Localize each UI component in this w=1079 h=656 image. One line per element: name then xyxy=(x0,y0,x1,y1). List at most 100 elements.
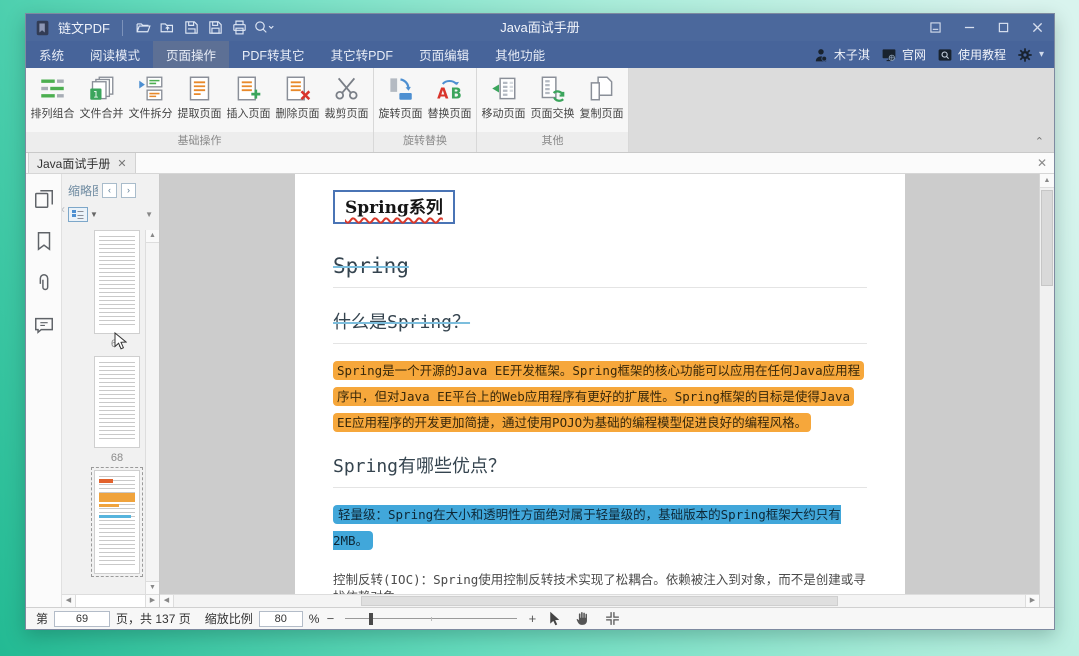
page-count-label: 页，共 137 页 xyxy=(116,610,191,627)
select-cursor-icon[interactable] xyxy=(546,610,563,627)
main-area: ‹ 缩略图 ‹ › ▼ ▼ 67 xyxy=(26,174,1054,607)
document-tab-bar: Java面试手册 ✕ ✕ xyxy=(26,153,1054,174)
doc-heading-spring: Spring xyxy=(333,254,867,278)
thumbnails-panel-icon[interactable] xyxy=(33,188,55,210)
swap-pages-button[interactable]: 页面交换 xyxy=(528,72,577,121)
viewer-canvas[interactable]: Spring系列 Spring 什么是Spring？ Spring是一个开源的J… xyxy=(160,174,1039,594)
tray-icon[interactable] xyxy=(918,14,952,41)
crop-pages-button[interactable]: 裁剪页面 xyxy=(322,72,371,121)
move-pages-button[interactable]: 移动页面 xyxy=(479,72,528,121)
panel-options-caret-icon[interactable]: ▼ xyxy=(145,210,153,219)
ribbon-group-rotate-replace: 旋转页面 A B 替换页面 旋转替换 xyxy=(374,68,477,152)
tutorial-link[interactable]: 使用教程 xyxy=(958,46,1006,63)
merge-files-button[interactable]: 1 文件合并 xyxy=(77,72,126,121)
minimize-icon[interactable] xyxy=(952,14,986,41)
document-tab[interactable]: Java面试手册 ✕ xyxy=(28,153,136,173)
menu-item-page-operations[interactable]: 页面操作 xyxy=(153,41,229,68)
split-files-button[interactable]: 文件拆分 xyxy=(126,72,175,121)
thumbnail-page-68[interactable] xyxy=(94,356,140,448)
scroll-right-icon[interactable]: ▶ xyxy=(1025,595,1039,607)
status-bar: 第 页，共 137 页 缩放比例 % − + xyxy=(26,607,1054,629)
thumbnail-label: 68 xyxy=(94,448,140,470)
menu-item-other-functions[interactable]: 其他功能 xyxy=(482,41,558,68)
app-name: 链文PDF xyxy=(58,18,110,37)
open-file-icon[interactable] xyxy=(131,17,155,39)
scroll-down-icon[interactable]: ▼ xyxy=(146,581,159,594)
divider xyxy=(333,287,867,288)
thumbnail-horizontal-scrollbar[interactable]: ◀ ▶ xyxy=(62,594,159,607)
tabbar-close-icon[interactable]: ✕ xyxy=(1030,153,1054,173)
import-file-icon[interactable] xyxy=(155,17,179,39)
scroll-up-icon[interactable]: ▲ xyxy=(146,230,159,243)
comments-panel-icon[interactable] xyxy=(33,314,55,336)
maximize-icon[interactable] xyxy=(986,14,1020,41)
scrollbar-thumb[interactable] xyxy=(1041,190,1053,286)
username[interactable]: 木子淇 xyxy=(834,46,870,63)
replace-pages-button[interactable]: A B 替换页面 xyxy=(425,72,474,121)
delete-pages-button[interactable]: 删除页面 xyxy=(273,72,322,121)
zoom-slider-thumb[interactable] xyxy=(369,613,373,625)
scrollbar-thumb[interactable] xyxy=(361,596,838,606)
close-icon[interactable] xyxy=(1020,14,1054,41)
ribbon-filler: ⌃ xyxy=(629,68,1054,152)
zoom-tool-icon[interactable] xyxy=(251,17,275,39)
scroll-right-icon[interactable]: ▶ xyxy=(145,595,159,607)
print-icon[interactable] xyxy=(227,17,251,39)
page-number-input[interactable] xyxy=(54,611,110,627)
copy-pages-button[interactable]: 复制页面 xyxy=(577,72,626,121)
viewer-vertical-scrollbar[interactable]: ▲ xyxy=(1039,174,1054,607)
app-window: 链文PDF xyxy=(25,13,1055,630)
thumbnail-vertical-scrollbar[interactable]: ▲ ▼ xyxy=(145,230,159,594)
doc-heading-what-is-spring: 什么是Spring？ xyxy=(333,308,867,334)
menu-item-pdf-to-other[interactable]: PDF转其它 xyxy=(229,41,318,68)
prev-page-button[interactable]: ‹ xyxy=(102,183,117,198)
intro-paragraph: Spring是一个开源的Java EE开发框架。Spring框架的核心功能可以应… xyxy=(333,358,867,436)
divider xyxy=(122,20,123,36)
pdf-page: Spring系列 Spring 什么是Spring？ Spring是一个开源的J… xyxy=(295,174,905,594)
insert-pages-button[interactable]: 插入页面 xyxy=(224,72,273,121)
menu-item-page-edit[interactable]: 页面编辑 xyxy=(406,41,482,68)
rotate-pages-button[interactable]: 旋转页面 xyxy=(376,72,425,121)
navigation-icon-strip xyxy=(26,174,62,607)
settings-caret-icon: ▾ xyxy=(1039,49,1044,60)
document-title: Java面试手册 xyxy=(500,14,579,41)
website-link[interactable]: 官网 xyxy=(902,46,926,63)
zoom-input[interactable] xyxy=(259,611,303,627)
view-mode-caret-icon[interactable]: ▼ xyxy=(90,210,98,219)
zoom-slider[interactable] xyxy=(345,612,517,626)
hand-tool-icon[interactable] xyxy=(575,610,592,627)
copy-pages-icon xyxy=(588,75,615,102)
ribbon-group-basic: 排列组合 1 文件合并 文件拆分 xyxy=(26,68,374,152)
tab-label: Java面试手册 xyxy=(37,155,110,172)
next-page-button[interactable]: › xyxy=(121,183,136,198)
save-as-icon[interactable] xyxy=(179,17,203,39)
annotated-boxed-title: Spring系列 xyxy=(333,190,455,224)
ribbon-collapse-icon[interactable]: ⌃ xyxy=(1035,135,1044,148)
zoom-out-icon[interactable]: − xyxy=(325,611,335,626)
scroll-up-icon[interactable]: ▲ xyxy=(1040,174,1054,188)
bookmarks-panel-icon[interactable] xyxy=(33,230,55,252)
fit-page-icon[interactable] xyxy=(604,610,621,627)
scroll-left-icon[interactable]: ◀ xyxy=(62,595,76,607)
ribbon-group-label: 其他 xyxy=(477,132,628,152)
settings-gear-icon[interactable] xyxy=(1017,47,1033,63)
menu-item-system[interactable]: 系统 xyxy=(26,41,77,68)
menu-item-read-mode[interactable]: 阅读模式 xyxy=(77,41,153,68)
scroll-left-icon[interactable]: ◀ xyxy=(160,595,174,607)
attachments-panel-icon[interactable] xyxy=(33,272,55,294)
thumbnail-page-67[interactable] xyxy=(94,230,140,334)
viewer-horizontal-scrollbar[interactable]: ◀ ▶ xyxy=(160,594,1039,607)
panel-collapse-icon[interactable]: ‹ xyxy=(62,202,65,216)
ribbon-group-label: 基础操作 xyxy=(26,132,373,152)
arrange-button[interactable]: 排列组合 xyxy=(28,72,77,121)
tab-close-icon[interactable]: ✕ xyxy=(117,157,126,170)
save-icon[interactable] xyxy=(203,17,227,39)
extract-pages-button[interactable]: 提取页面 xyxy=(175,72,224,121)
thumbnail-list: 67 68 xyxy=(62,230,145,594)
view-mode-button[interactable] xyxy=(68,207,88,222)
split-files-icon xyxy=(137,75,164,102)
user-icon xyxy=(813,47,829,63)
thumbnail-page-69[interactable] xyxy=(94,470,140,574)
zoom-in-icon[interactable]: + xyxy=(527,611,537,626)
menu-item-other-to-pdf[interactable]: 其它转PDF xyxy=(318,41,407,68)
